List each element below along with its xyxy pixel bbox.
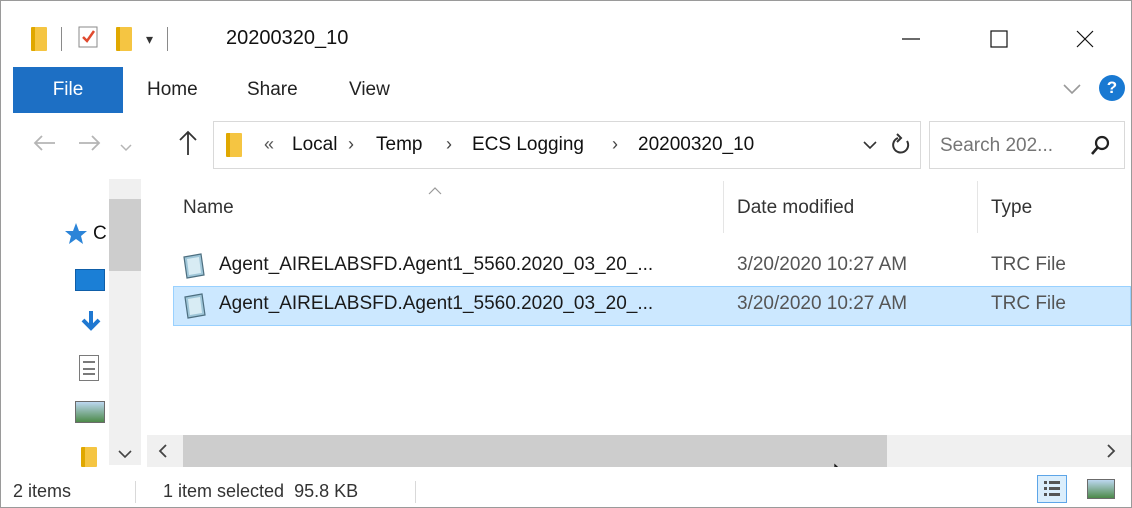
details-view-button[interactable] xyxy=(1037,475,1067,503)
folder-icon xyxy=(31,27,47,51)
recent-locations-button[interactable] xyxy=(119,135,133,161)
back-button[interactable] xyxy=(31,129,59,163)
search-input[interactable] xyxy=(938,131,1082,161)
help-icon[interactable]: ? xyxy=(1099,75,1125,101)
explorer-window: ▾ 20200320_10 File Home Share View ? « L… xyxy=(0,0,1132,508)
ribbon-tabs: File Home Share View ? xyxy=(1,67,1131,113)
file-date-modified: 3/20/2020 10:27 AM xyxy=(737,254,908,275)
breadcrumb-separator[interactable]: › xyxy=(612,134,618,155)
forward-arrow-icon xyxy=(79,135,101,151)
navigation-bar: « Local › Temp › ECS Logging › 20200320_… xyxy=(1,113,1131,177)
quick-access-label[interactable]: C xyxy=(93,223,107,245)
quick-access-toolbar: ▾ xyxy=(31,23,169,55)
selection-info: 1 item selected 95.8 KB xyxy=(163,481,359,501)
breadcrumb-ecs-logging[interactable]: ECS Logging xyxy=(472,134,584,156)
up-button[interactable] xyxy=(175,129,201,163)
back-arrow-icon xyxy=(33,135,55,151)
file-date-modified: 3/20/2020 10:27 AM xyxy=(737,293,908,314)
maximize-button[interactable] xyxy=(969,19,1029,59)
chevron-down-icon xyxy=(120,144,132,152)
column-divider[interactable] xyxy=(977,181,978,233)
tab-view[interactable]: View xyxy=(349,79,390,101)
details-view-icon xyxy=(1044,481,1060,496)
expand-ribbon-icon[interactable] xyxy=(1061,77,1083,104)
window-title: 20200320_10 xyxy=(226,27,349,49)
file-name: Agent_AIRELABSFD.Agent1_5560.2020_03_20_… xyxy=(219,293,654,314)
new-folder-icon[interactable] xyxy=(116,27,132,51)
toolbar-separator xyxy=(61,27,62,51)
scroll-right-icon[interactable] xyxy=(1105,443,1117,464)
address-bar[interactable]: « Local › Temp › ECS Logging › 20200320_… xyxy=(213,121,921,169)
documents-icon[interactable] xyxy=(79,355,99,381)
toolbar-separator xyxy=(167,27,169,51)
address-dropdown-icon[interactable] xyxy=(862,138,878,157)
minimize-icon xyxy=(902,38,920,40)
file-row-selected[interactable]: Agent_AIRELABSFD.Agent1_5560.2020_03_20_… xyxy=(173,286,1131,326)
breadcrumb-local[interactable]: Local xyxy=(292,134,337,156)
item-count: 2 items xyxy=(13,481,72,501)
breadcrumb-separator[interactable]: › xyxy=(348,134,354,155)
up-arrow-icon xyxy=(179,130,197,155)
breadcrumb-temp[interactable]: Temp xyxy=(376,134,422,156)
search-box[interactable] xyxy=(929,121,1125,169)
customize-toolbar-icon[interactable]: ▾ xyxy=(146,31,153,48)
trc-file-icon xyxy=(184,293,206,319)
breadcrumb-20200320-10[interactable]: 20200320_10 xyxy=(638,134,754,156)
trc-file-icon xyxy=(183,253,205,279)
folder-icon[interactable] xyxy=(81,447,97,467)
downloads-icon[interactable] xyxy=(79,309,103,340)
close-button[interactable] xyxy=(1055,19,1115,59)
properties-icon[interactable] xyxy=(76,25,100,54)
file-type: TRC File xyxy=(991,254,1066,275)
close-icon xyxy=(1076,30,1094,48)
column-header-date-modified[interactable]: Date modified xyxy=(737,197,854,219)
nav-scroll-thumb[interactable] xyxy=(109,199,141,271)
horizontal-scroll-thumb[interactable] xyxy=(183,435,887,467)
tab-home[interactable]: Home xyxy=(147,79,198,101)
pictures-icon[interactable] xyxy=(75,401,105,423)
forward-button[interactable] xyxy=(75,129,103,163)
file-row[interactable]: Agent_AIRELABSFD.Agent1_5560.2020_03_20_… xyxy=(173,247,1131,287)
tab-share[interactable]: Share xyxy=(247,79,298,101)
search-icon[interactable] xyxy=(1090,134,1112,161)
column-divider[interactable] xyxy=(723,181,724,233)
file-name: Agent_AIRELABSFD.Agent1_5560.2020_03_20_… xyxy=(219,254,654,275)
folder-icon xyxy=(226,133,242,157)
maximize-icon xyxy=(990,30,1008,48)
nav-scroll-down-icon[interactable] xyxy=(117,447,133,465)
column-header-type[interactable]: Type xyxy=(991,197,1032,219)
large-icons-view-button[interactable] xyxy=(1087,479,1115,499)
file-type: TRC File xyxy=(991,293,1066,314)
scroll-left-icon[interactable] xyxy=(157,443,169,464)
overflow-chevron[interactable]: « xyxy=(264,134,274,155)
quick-access-star-icon[interactable] xyxy=(63,221,89,252)
status-separator xyxy=(135,481,136,503)
title-bar: ▾ 20200320_10 xyxy=(1,1,1131,67)
breadcrumb-separator[interactable]: › xyxy=(446,134,452,155)
desktop-icon[interactable] xyxy=(75,269,105,291)
tab-file[interactable]: File xyxy=(13,67,123,113)
sort-ascending-icon xyxy=(427,183,443,201)
column-header-name[interactable]: Name xyxy=(183,197,234,219)
status-bar: 2 items 1 item selected 95.8 KB xyxy=(1,467,1131,507)
refresh-icon[interactable] xyxy=(890,133,912,162)
status-separator xyxy=(415,481,416,503)
minimize-button[interactable] xyxy=(881,19,941,59)
